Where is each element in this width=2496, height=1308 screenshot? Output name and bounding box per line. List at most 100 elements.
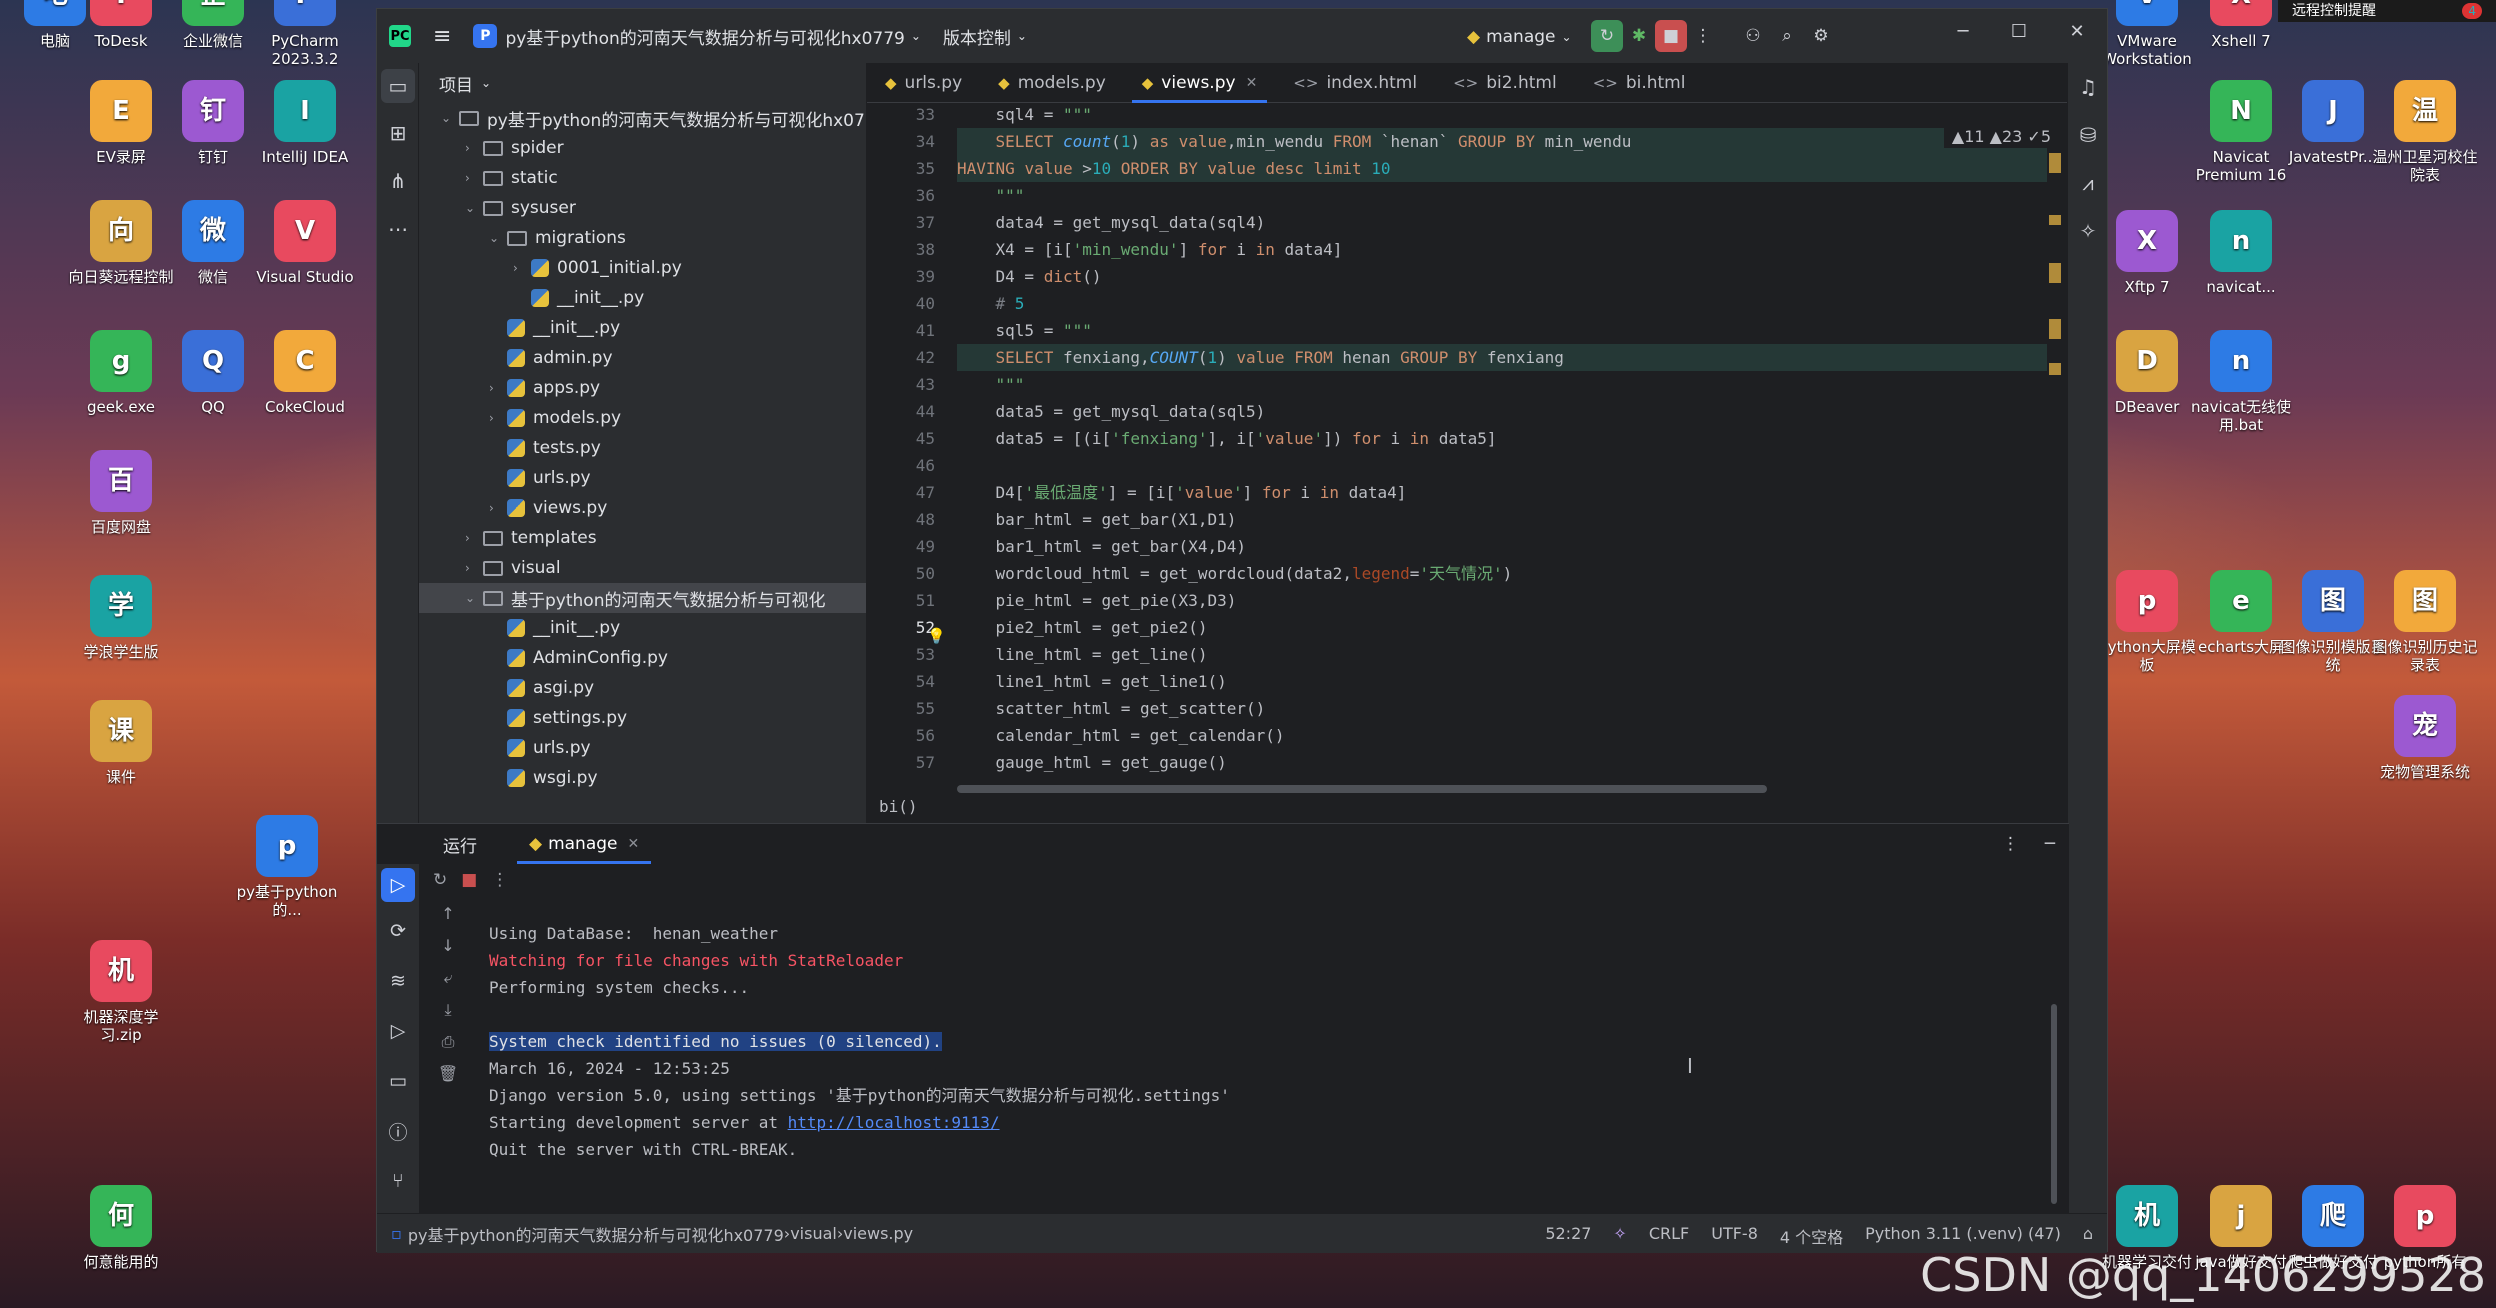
chevron-down-icon[interactable]: ⌄: [441, 111, 459, 125]
scroll-down-icon[interactable]: ↓: [433, 936, 463, 968]
close-icon[interactable]: ✕: [628, 836, 640, 852]
code-line[interactable]: scatter_html = get_scatter(): [957, 695, 1266, 722]
structure-icon[interactable]: ⊞: [377, 109, 419, 157]
pycharm-logo-icon[interactable]: PC: [389, 25, 411, 47]
code-area[interactable]: sql4 = """ SELECT count(1) as value,min_…: [957, 103, 2047, 803]
code-line[interactable]: wordcloud_html = get_wordcloud(data2,leg…: [957, 560, 1513, 587]
code-line[interactable]: data4 = get_mysql_data(sql4): [957, 209, 1266, 236]
code-breadcrumb[interactable]: bi(): [879, 797, 918, 816]
tree-item[interactable]: ⌄ sysuser: [419, 193, 576, 223]
code-line[interactable]: X4 = [i['min_wendu'] for i in data4]: [957, 236, 1343, 263]
desktop-icon[interactable]: n navicat...: [2186, 210, 2296, 296]
tree-item[interactable]: tests.py: [419, 433, 601, 463]
chevron-right-icon[interactable]: ›: [489, 501, 507, 515]
code-line[interactable]: D4['最低温度'] = [i['value'] for i in data4]: [957, 479, 1407, 506]
run-play-icon[interactable]: ▷: [381, 868, 415, 902]
code-line[interactable]: pie_html = get_pie(X3,D3): [957, 587, 1237, 614]
code-line[interactable]: data5 = get_mysql_data(sql5): [957, 398, 1266, 425]
tree-item[interactable]: __init__.py: [419, 283, 644, 313]
tree-item[interactable]: › apps.py: [419, 373, 600, 403]
code-line[interactable]: # 5: [957, 290, 1025, 317]
desktop-icon[interactable]: C CokeCloud: [250, 330, 360, 416]
ai-icon[interactable]: ✧: [1613, 1224, 1626, 1248]
sciview-icon[interactable]: ⩘: [2068, 159, 2108, 207]
status-path-segment[interactable]: views.py: [843, 1224, 913, 1243]
vcs-menu[interactable]: 版本控制 ⌄: [943, 24, 1027, 49]
desktop-icon[interactable]: I IntelliJ IDEA: [250, 80, 360, 166]
code-line[interactable]: line1_html = get_line1(): [957, 668, 1227, 695]
warning-marker[interactable]: [2049, 319, 2061, 339]
editor-tab[interactable]: ◆ urls.py: [867, 63, 980, 102]
console-output[interactable]: Using DataBase: henan_weather Watching fo…: [489, 920, 2059, 1210]
settings-gear-icon[interactable]: ⚙: [1805, 20, 1837, 52]
tree-item[interactable]: › models.py: [419, 403, 621, 433]
lock-icon[interactable]: ⌂: [2083, 1224, 2093, 1248]
project-selector[interactable]: P py基于python的河南天气数据分析与可视化hx0779 ⌄: [473, 24, 921, 49]
tree-item[interactable]: wsgi.py: [419, 763, 598, 793]
tree-item[interactable]: AdminConfig.py: [419, 643, 668, 673]
more-actions-icon[interactable]: ⋮: [1687, 20, 1719, 52]
tree-item[interactable]: admin.py: [419, 343, 613, 373]
terminal-icon[interactable]: ▭: [377, 1056, 419, 1106]
editor-tab[interactable]: ◆ models.py: [980, 63, 1124, 102]
desktop-icon[interactable]: 图图像识别历史记录表: [2370, 570, 2480, 674]
tree-item[interactable]: __init__.py: [419, 313, 620, 343]
chevron-down-icon[interactable]: ⌄: [465, 201, 483, 215]
code-line[interactable]: calendar_html = get_calendar(): [957, 722, 1285, 749]
code-line[interactable]: gauge_html = get_gauge(): [957, 749, 1227, 776]
server-url-link[interactable]: http://localhost:9113/: [788, 1113, 1000, 1132]
close-tab-icon[interactable]: ✕: [1246, 75, 1258, 91]
tree-item[interactable]: ⌄ py基于python的河南天气数据分析与可视化hx0779: [419, 103, 866, 133]
indent-setting[interactable]: 4 个空格: [1780, 1224, 1843, 1248]
chevron-right-icon[interactable]: ›: [465, 531, 483, 545]
scroll-to-end-icon[interactable]: ⤓: [433, 1000, 463, 1032]
add-user-icon[interactable]: ⚇: [1737, 20, 1769, 52]
editor-tab[interactable]: ◆ views.py ✕: [1124, 63, 1276, 103]
search-icon[interactable]: ⌕: [1771, 20, 1803, 52]
tree-item[interactable]: › templates: [419, 523, 597, 553]
python-packages-icon[interactable]: ⋔: [377, 157, 419, 205]
remote-control-notice[interactable]: 远程控制提醒 4: [2278, 0, 2496, 22]
desktop-icon[interactable]: 课课件: [66, 700, 176, 786]
python-console-icon[interactable]: ⟳: [377, 906, 419, 956]
close-window-button[interactable]: ✕: [2057, 21, 2097, 51]
warning-marker[interactable]: [2049, 363, 2061, 375]
tree-item[interactable]: › visual: [419, 553, 561, 583]
notifications-bell-icon[interactable]: ♫: [2068, 63, 2108, 111]
code-line[interactable]: HAVING value >10 ORDER BY value desc lim…: [957, 155, 1391, 182]
ai-assistant-icon[interactable]: ✧: [2068, 207, 2108, 255]
chevron-right-icon[interactable]: ›: [465, 561, 483, 575]
soft-wrap-icon[interactable]: ⤶: [433, 968, 463, 1000]
database-icon[interactable]: ⛁: [2068, 111, 2108, 159]
chevron-right-icon[interactable]: ›: [489, 411, 507, 425]
chevron-down-icon[interactable]: ⌄: [465, 591, 483, 605]
rerun-icon[interactable]: ↻: [433, 870, 447, 890]
print-icon[interactable]: ⎙: [433, 1032, 463, 1064]
code-line[interactable]: sql4 = """: [957, 103, 1092, 128]
desktop-icon[interactable]: 机机器深度学习.zip: [66, 940, 176, 1044]
code-line[interactable]: """: [957, 371, 1025, 398]
code-line[interactable]: """: [957, 182, 1025, 209]
maximize-button[interactable]: ☐: [1999, 21, 2039, 51]
warning-marker[interactable]: [2049, 263, 2061, 283]
hide-panel-icon[interactable]: ─: [2045, 834, 2055, 854]
tree-item[interactable]: ⌄ migrations: [419, 223, 626, 253]
status-path-segment[interactable]: visual: [790, 1224, 837, 1243]
chevron-right-icon[interactable]: ›: [513, 261, 531, 275]
tree-item[interactable]: settings.py: [419, 703, 627, 733]
caret-position[interactable]: 52:27: [1545, 1224, 1591, 1248]
more-options-icon[interactable]: ⋮: [2002, 834, 2019, 854]
desktop-icon[interactable]: V Visual Studio: [250, 200, 360, 286]
code-line[interactable]: SELECT fenxiang,COUNT(1) value FROM hena…: [957, 344, 1564, 371]
stop-button[interactable]: ■: [1655, 20, 1687, 52]
file-encoding[interactable]: UTF-8: [1711, 1224, 1758, 1248]
inspection-widget[interactable]: ▲11 ▲23 ✓5: [1943, 125, 2059, 148]
warning-marker[interactable]: [2049, 215, 2061, 225]
status-path-segment[interactable]: py基于python的河南天气数据分析与可视化hx0779: [408, 1222, 784, 1246]
desktop-icon[interactable]: P PyCharm 2023.3.2: [250, 0, 360, 68]
tree-item[interactable]: asgi.py: [419, 673, 594, 703]
editor-tab[interactable]: <> bi.html: [1575, 63, 1704, 102]
code-line[interactable]: bar1_html = get_bar(X4,D4): [957, 533, 1246, 560]
project-folder-icon[interactable]: ▭: [381, 69, 415, 103]
rerun-button[interactable]: ↻: [1591, 20, 1623, 52]
